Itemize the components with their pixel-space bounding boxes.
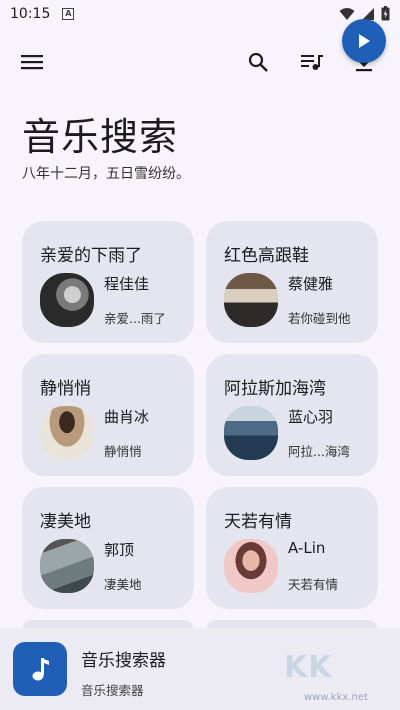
player-subtitle: 音乐搜索器: [81, 683, 144, 698]
song-card-title: 凄美地: [40, 512, 91, 532]
song-card-artist: 蓝心羽: [288, 408, 334, 426]
song-card[interactable]: 阿拉斯加海湾 蓝心羽 阿拉...海湾: [206, 354, 378, 476]
battery-icon: [381, 6, 390, 21]
album-art-image: [40, 539, 94, 593]
wifi-icon: [339, 7, 355, 20]
player-art: [13, 642, 67, 696]
song-card-title: 红色高跟鞋: [224, 246, 309, 266]
search-button[interactable]: [240, 44, 276, 80]
top-app-bar: [0, 44, 400, 80]
page-title: 音乐搜索: [22, 115, 179, 159]
play-button[interactable]: [342, 19, 386, 63]
song-card-title: 亲爱的下雨了: [40, 246, 142, 266]
song-card[interactable]: 亲爱的下雨了 程佳佳 亲爱...雨了: [22, 221, 194, 343]
song-card-title: 阿拉斯加海湾: [224, 379, 326, 399]
page-subtitle: 八年十二月，五日雪纷纷。: [22, 166, 190, 182]
song-card-song: 若你碰到他: [288, 311, 351, 326]
watermark-url: www.kkx.net: [304, 692, 368, 703]
album-art-image: [224, 539, 278, 593]
song-card-artist: 郭顶: [104, 541, 135, 559]
player-title: 音乐搜索器: [81, 651, 166, 671]
song-card-song: 天若有情: [288, 577, 339, 592]
song-card[interactable]: 凄美地 郭顶 凄美地: [22, 487, 194, 609]
song-card-artist: 程佳佳: [104, 275, 150, 293]
song-card-artist: 蔡健雅: [288, 275, 334, 293]
album-art-image: [40, 273, 94, 327]
song-card[interactable]: 静悄悄 曲肖冰 静悄悄: [22, 354, 194, 476]
notification-icon: A: [62, 8, 75, 20]
album-art-image: [40, 406, 94, 460]
status-bar: 10:15 A: [0, 0, 400, 28]
song-card-title: 静悄悄: [40, 379, 91, 399]
song-card-song: 静悄悄: [104, 444, 142, 459]
playlist-button[interactable]: [294, 44, 330, 80]
search-icon: [248, 52, 268, 72]
status-time: 10:15: [10, 6, 51, 22]
watermark-logo: KK: [284, 650, 333, 685]
menu-button[interactable]: [14, 44, 50, 80]
album-art-image: [224, 406, 278, 460]
music-note-icon: [32, 658, 49, 681]
queue-music-icon: [301, 55, 323, 70]
menu-icon: [21, 55, 43, 70]
song-card-song: 阿拉...海湾: [288, 444, 350, 459]
song-card-artist: A-Lin: [288, 539, 326, 557]
song-card[interactable]: 天若有情 A-Lin 天若有情: [206, 487, 378, 609]
album-art-image: [224, 273, 278, 327]
play-icon: [359, 34, 370, 48]
song-card[interactable]: 红色高跟鞋 蔡健雅 若你碰到他: [206, 221, 378, 343]
song-card-artist: 曲肖冰: [104, 408, 150, 426]
song-card-song: 凄美地: [104, 577, 142, 592]
song-card-song: 亲爱...雨了: [104, 311, 166, 326]
song-card-title: 天若有情: [224, 512, 292, 532]
